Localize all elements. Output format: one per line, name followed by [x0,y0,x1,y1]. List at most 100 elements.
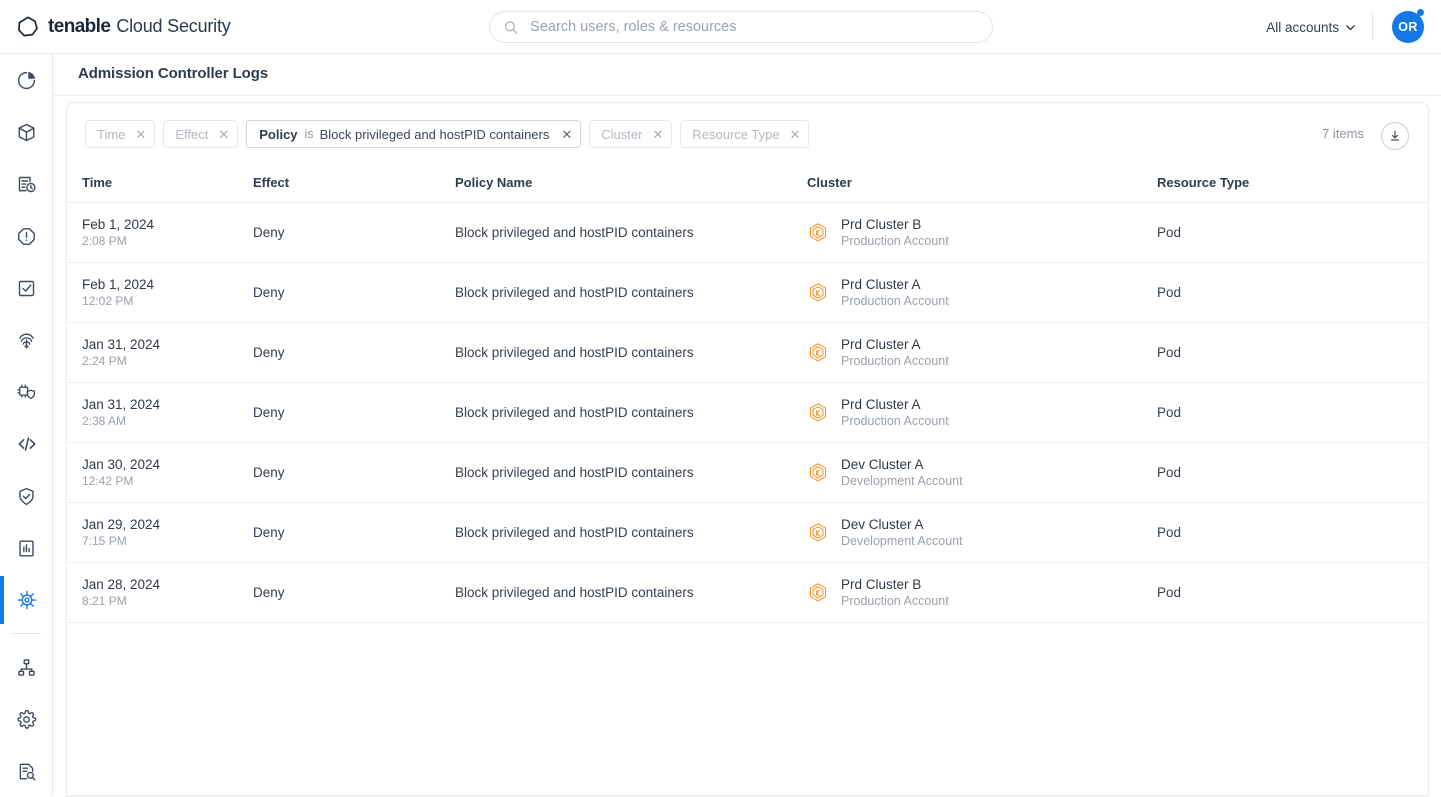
sidebar-item-workload[interactable] [0,366,53,418]
cluster-hexagon-icon [807,342,829,364]
log-date: Jan 28, 2024 [82,577,253,593]
page-title: Admission Controller Logs [78,65,268,82]
cluster-account: Production Account [841,354,949,369]
chip-key: Effect [175,127,208,142]
effect-value: Deny [253,525,285,540]
filter-chip-effect[interactable]: Effect ✕ [163,120,238,148]
chip-remove-icon[interactable]: ✕ [218,128,229,141]
policy-name-value: Block privileged and hostPID containers [455,405,694,420]
col-header-resource-type[interactable]: Resource Type [1157,165,1429,203]
col-header-policy-name[interactable]: Policy Name [455,165,807,203]
cluster-account: Production Account [841,594,949,609]
sidebar-item-settings[interactable] [0,693,53,745]
task-check-icon [16,278,37,299]
log-time: 2:38 AM [82,414,253,429]
sidebar-item-tasks[interactable] [0,262,53,314]
cluster-name: Dev Cluster A [841,517,963,533]
topbar-divider [1372,14,1373,40]
alert-circle-icon [16,226,37,247]
log-time: 2:08 PM [82,234,253,249]
code-icon [16,433,38,455]
items-count: 7 items [1322,126,1364,141]
sidebar-item-reports[interactable] [0,158,53,210]
cell-cluster: Prd Cluster B Production Account [807,203,1157,263]
effect-value: Deny [253,285,285,300]
cell-effect: Deny [253,263,455,323]
effect-value: Deny [253,465,285,480]
col-header-cluster[interactable]: Cluster [807,165,1157,203]
cell-time: Jan 31, 2024 2:38 AM [67,383,253,443]
table-row[interactable]: Jan 31, 2024 2:38 AM Deny Block privileg… [67,383,1429,443]
filter-chip-cluster[interactable]: Cluster ✕ [589,120,672,148]
cluster-name: Dev Cluster A [841,457,963,473]
col-header-effect[interactable]: Effect [253,165,455,203]
search-input[interactable] [530,19,978,35]
download-icon [1388,129,1402,143]
download-button[interactable] [1381,122,1409,150]
cell-time: Jan 28, 2024 8:21 PM [67,563,253,623]
policy-name-value: Block privileged and hostPID containers [455,285,694,300]
cluster-account: Production Account [841,294,949,309]
chip-remove-icon[interactable]: ✕ [652,128,663,141]
cluster-account: Development Account [841,534,963,549]
resource-type-value: Pod [1157,225,1181,240]
cell-effect: Deny [253,203,455,263]
effect-value: Deny [253,345,285,360]
cell-cluster: Dev Cluster A Development Account [807,443,1157,503]
cell-resource-type: Pod [1157,443,1429,503]
brand-product: Cloud Security [116,16,230,37]
policy-name-value: Block privileged and hostPID containers [455,585,694,600]
cell-policy-name: Block privileged and hostPID containers [455,383,807,443]
log-time: 7:15 PM [82,534,253,549]
chip-operator: is [305,127,314,141]
filter-chip-policy[interactable]: Policy is Block privileged and hostPID c… [246,120,581,148]
sidebar-item-compliance[interactable] [0,470,53,522]
filter-chip-resource-type[interactable]: Resource Type ✕ [680,120,809,148]
table-row[interactable]: Feb 1, 2024 2:08 PM Deny Block privilege… [67,203,1429,263]
log-date: Jan 29, 2024 [82,517,253,533]
brand-logo[interactable]: tenable Cloud Security [16,0,231,54]
filter-chip-time[interactable]: Time ✕ [85,120,155,148]
chip-shield-icon [16,382,37,403]
sidebar-item-audit-search[interactable] [0,745,53,797]
global-search[interactable] [489,11,993,43]
resource-type-value: Pod [1157,345,1181,360]
log-time: 8:21 PM [82,594,253,609]
sidebar-item-iac[interactable] [0,418,53,470]
cell-effect: Deny [253,443,455,503]
sidebar-item-dashboard[interactable] [0,54,53,106]
avatar[interactable]: OR [1392,11,1424,43]
table-row[interactable]: Jan 31, 2024 2:24 PM Deny Block privileg… [67,323,1429,383]
cluster-name: Prd Cluster A [841,277,949,293]
cluster-hexagon-icon [807,222,829,244]
cell-resource-type: Pod [1157,383,1429,443]
chip-key: Time [97,127,125,142]
col-header-time[interactable]: Time [67,165,253,203]
gear-icon [16,709,37,730]
table-row[interactable]: Jan 29, 2024 7:15 PM Deny Block privileg… [67,503,1429,563]
main-content: Admission Controller Logs Time ✕ Effect … [53,54,1441,796]
sidebar-item-analytics[interactable] [0,522,53,574]
table-row[interactable]: Jan 30, 2024 12:42 PM Deny Block privile… [67,443,1429,503]
accounts-selector[interactable]: All accounts [1266,0,1356,54]
sidebar-item-findings[interactable] [0,210,53,262]
cluster-hexagon-icon [807,582,829,604]
sidebar-item-identities[interactable] [0,314,53,366]
sidebar-divider [12,633,41,634]
resource-type-value: Pod [1157,405,1181,420]
table-row[interactable]: Feb 1, 2024 12:02 PM Deny Block privileg… [67,263,1429,323]
log-date: Feb 1, 2024 [82,277,253,293]
log-time: 12:42 PM [82,474,253,489]
cell-cluster: Prd Cluster A Production Account [807,323,1157,383]
sidebar-item-inventory[interactable] [0,106,53,158]
chip-remove-icon[interactable]: ✕ [135,128,146,141]
cell-policy-name: Block privileged and hostPID containers [455,443,807,503]
cluster-hexagon-icon [807,282,829,304]
sidebar-item-kubernetes[interactable] [0,574,53,626]
chip-remove-icon[interactable]: ✕ [790,128,801,141]
table-row[interactable]: Jan 28, 2024 8:21 PM Deny Block privileg… [67,563,1429,623]
chip-remove-icon[interactable]: ✕ [561,128,572,141]
sidebar-item-organization[interactable] [0,641,53,693]
table-header-row: Time Effect Policy Name Cluster Resource… [67,165,1429,203]
cell-policy-name: Block privileged and hostPID containers [455,263,807,323]
